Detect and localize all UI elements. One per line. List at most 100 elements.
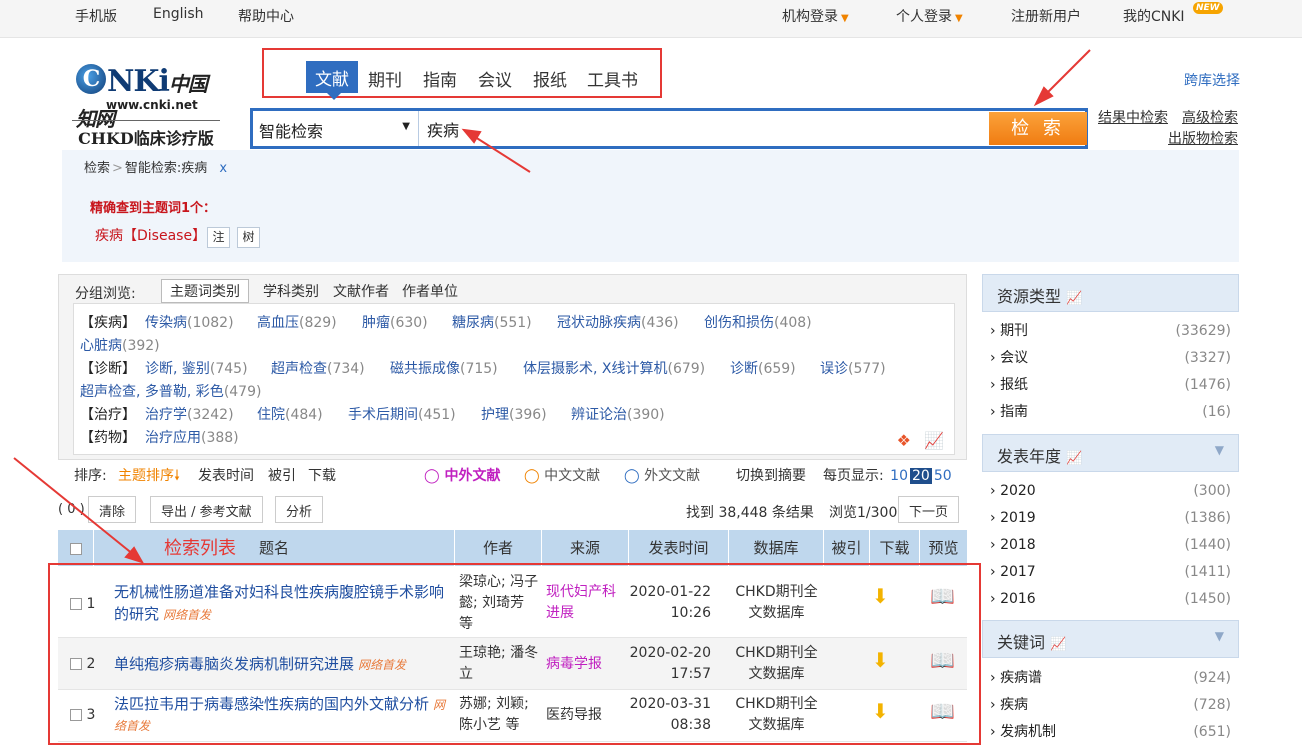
col-cited[interactable]: 被引 <box>824 530 870 566</box>
col-download[interactable]: 下载 <box>870 530 920 566</box>
group-tab-author[interactable]: 文献作者 <box>333 281 389 301</box>
group-item[interactable]: 护理(396) <box>481 404 547 424</box>
per-page-20[interactable]: 20 <box>910 468 932 484</box>
facet-item[interactable]: › 2018 (1440) <box>982 532 1239 559</box>
facet-item[interactable]: › 2020 (300) <box>982 478 1239 505</box>
export-button[interactable]: 导出 / 参考文献 <box>150 496 263 523</box>
col-date[interactable]: 发表时间 <box>629 530 729 566</box>
facet-item[interactable]: › 疾病 (728) <box>982 692 1239 719</box>
breadcrumb-home[interactable]: 检索 <box>84 161 110 176</box>
top-bar: 手机版 English 帮助中心 机构登录 ▼ 个人登录 ▼ 注册新用户 我的CNK… <box>0 0 1302 38</box>
personal-login-link[interactable]: 个人登录 ▼ <box>896 6 963 26</box>
note-button[interactable]: 注 <box>207 227 230 248</box>
advanced-search-link[interactable]: 高级检索 <box>1182 107 1238 127</box>
facet-item[interactable]: › 发病机制 (651) <box>982 719 1239 746</box>
org-login-link[interactable]: 机构登录 ▼ <box>782 6 849 26</box>
select-all-checkbox[interactable] <box>69 542 82 555</box>
tab-literature[interactable]: 文献 <box>306 61 358 93</box>
help-link[interactable]: 帮助中心 <box>238 6 294 26</box>
facet-item[interactable]: › 2016 (1450) <box>982 586 1239 613</box>
facet-keyword-header[interactable]: 关键词 📈 ▼ <box>982 620 1239 658</box>
col-title[interactable]: 题名 <box>94 530 455 566</box>
mobile-link[interactable]: 手机版 <box>75 6 117 26</box>
tab-guide[interactable]: 指南 <box>423 66 457 91</box>
sort-date[interactable]: 发表时间 <box>198 465 254 485</box>
per-page-50[interactable]: 50 <box>932 468 954 484</box>
lang-all-toggle[interactable]: ◯ 中外文献 <box>424 465 501 485</box>
cnki-logo[interactable]: C NKi中国知网 www.cnki.net CHKD临床诊疗版 <box>72 62 220 150</box>
group-item[interactable]: 传染病(1082) <box>145 312 234 332</box>
col-database[interactable]: 数据库 <box>729 530 824 566</box>
tab-reference-book[interactable]: 工具书 <box>587 66 638 91</box>
sort-download[interactable]: 下载 <box>308 465 336 485</box>
tree-button[interactable]: 树 <box>237 227 260 248</box>
facet-item[interactable]: › 指南 (16) <box>982 399 1239 426</box>
facet-item[interactable]: › 2017 (1411) <box>982 559 1239 586</box>
analyze-button[interactable]: 分析 <box>275 496 324 523</box>
breadcrumb: 检索 > 智能检索:疾病 x <box>84 157 227 176</box>
group-tab-affiliation[interactable]: 作者单位 <box>402 281 458 301</box>
col-author[interactable]: 作者 <box>455 530 542 566</box>
collapse-chevron-icon[interactable]: ▼ <box>1215 443 1224 457</box>
group-item[interactable]: 诊断, 鉴别(745) <box>145 358 248 378</box>
clear-button[interactable]: 清除 <box>88 496 137 523</box>
group-item[interactable]: 手术后期间(451) <box>348 404 456 424</box>
group-item[interactable]: 误诊(577) <box>820 358 886 378</box>
group-item[interactable]: 超声检查, 多普勒, 彩色(479) <box>80 381 261 401</box>
search-in-results-link[interactable]: 结果中检索 <box>1098 107 1168 127</box>
group-item[interactable]: 超声检查(734) <box>271 358 365 378</box>
facet-year-header[interactable]: 发表年度 📈 ▼ <box>982 434 1239 472</box>
next-page-button[interactable]: 下一页 <box>898 496 960 523</box>
my-cnki-link[interactable]: 我的CNKI <box>1123 6 1185 26</box>
globe-lang-icon: ◯ <box>424 468 440 484</box>
tab-journal[interactable]: 期刊 <box>368 66 402 91</box>
tab-pointer <box>327 93 341 100</box>
search-button[interactable]: 检 索 <box>989 112 1087 145</box>
chart-icon[interactable]: 📈 <box>924 431 944 450</box>
group-item[interactable]: 高血压(829) <box>257 312 337 332</box>
group-item[interactable]: 磁共振成像(715) <box>390 358 498 378</box>
col-preview[interactable]: 预览 <box>920 530 967 566</box>
group-item[interactable]: 住院(484) <box>257 404 323 424</box>
collapse-chevron-icon[interactable]: ▼ <box>1215 629 1224 643</box>
facet-resource-header[interactable]: 资源类型 📈 <box>982 274 1239 312</box>
group-item[interactable]: 心脏病(392) <box>80 335 160 355</box>
select-all-cell <box>58 530 94 566</box>
facet-item[interactable]: › 报纸 (1476) <box>982 372 1239 399</box>
search-type-select[interactable]: 智能检索 ▼ <box>253 111 419 146</box>
tab-conference[interactable]: 会议 <box>478 66 512 91</box>
lang-en-toggle[interactable]: ◯ 外文文献 <box>624 465 700 485</box>
group-tab-discipline[interactable]: 学科类别 <box>263 281 319 301</box>
lang-cn-toggle[interactable]: ◯ 中文文献 <box>524 465 600 485</box>
facet-item[interactable]: › 会议 (3327) <box>982 345 1239 372</box>
switch-abstract-link[interactable]: 切换到摘要 <box>736 465 806 485</box>
cross-db-link[interactable]: 跨库选择 <box>1184 70 1240 90</box>
group-item[interactable]: 糖尿病(551) <box>452 312 532 332</box>
facet-item[interactable]: › 疾病谱 (924) <box>982 665 1239 692</box>
group-item[interactable]: 诊断(659) <box>730 358 796 378</box>
network-icon[interactable]: ❖ <box>897 431 911 450</box>
group-item[interactable]: 治疗应用(388) <box>145 427 239 447</box>
group-item[interactable]: 辨证论治(390) <box>571 404 665 424</box>
publication-search-link[interactable]: 出版物检索 <box>1168 128 1238 148</box>
breadcrumb-close-icon[interactable]: x <box>219 161 227 176</box>
register-link[interactable]: 注册新用户 <box>1011 6 1081 26</box>
facet-item[interactable]: › 期刊 (33629) <box>982 318 1239 345</box>
group-tab-subject[interactable]: 主题词类别 <box>161 279 249 303</box>
english-link[interactable]: English <box>153 6 204 22</box>
group-item[interactable]: 治疗学(3242) <box>145 404 234 424</box>
tab-newspaper[interactable]: 报纸 <box>533 66 567 91</box>
group-item[interactable]: 创伤和损伤(408) <box>704 312 812 332</box>
facet-item[interactable]: › 2019 (1386) <box>982 505 1239 532</box>
per-page-10[interactable]: 10 <box>888 468 910 484</box>
sort-cited[interactable]: 被引 <box>268 465 296 485</box>
group-item-count: (679) <box>667 361 706 377</box>
group-item[interactable]: 冠状动脉疾病(436) <box>557 312 679 332</box>
group-item[interactable]: 体层摄影术, X线计算机(679) <box>523 358 705 378</box>
subject-term-link[interactable]: 疾病【Disease】 <box>95 225 206 245</box>
sort-subject[interactable]: 主题排序🠗 <box>118 465 180 489</box>
search-input[interactable] <box>421 111 987 146</box>
col-source[interactable]: 来源 <box>542 530 629 566</box>
breadcrumb-separator-icon: > <box>112 161 123 176</box>
group-item[interactable]: 肿瘤(630) <box>362 312 428 332</box>
